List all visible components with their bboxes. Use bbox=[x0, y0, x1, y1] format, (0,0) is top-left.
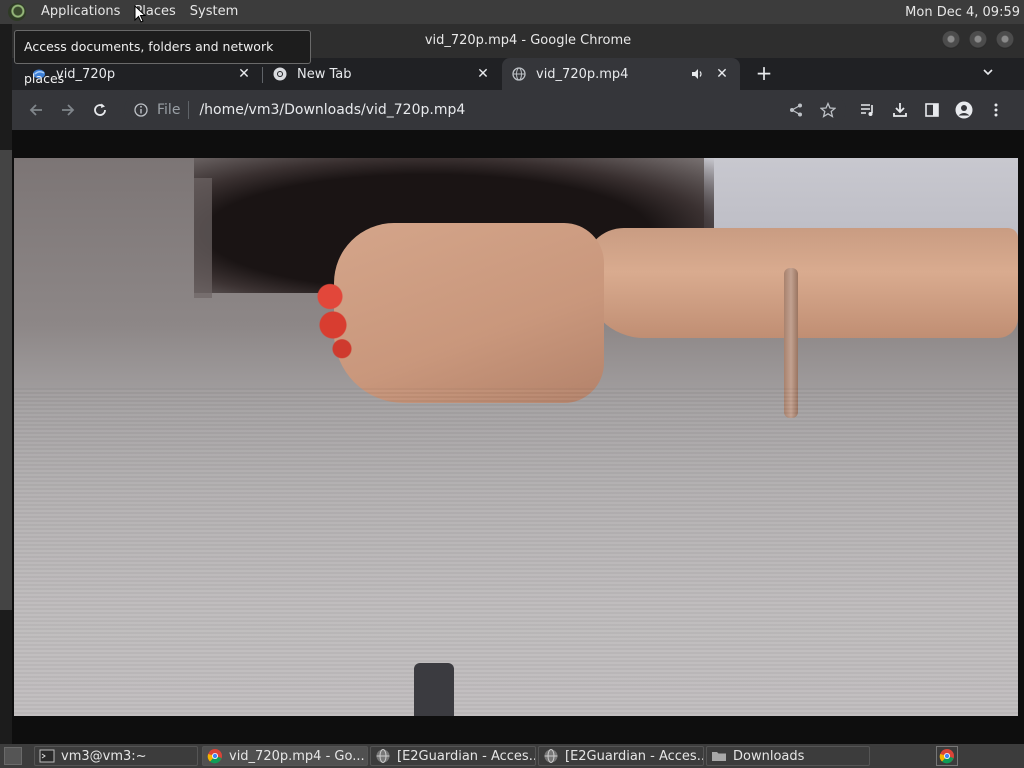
chrome-icon bbox=[207, 749, 222, 764]
minimize-window-button[interactable] bbox=[942, 31, 960, 49]
background-window-panel bbox=[0, 150, 12, 610]
taskbar-e2guardian-1[interactable]: [E2Guardian - Acces... bbox=[370, 746, 536, 766]
globe-icon bbox=[512, 67, 526, 81]
task-label: vid_720p.mp4 - Go... bbox=[229, 748, 365, 764]
panel-clock[interactable]: Mon Dec 4, 09:59 bbox=[905, 5, 1024, 20]
mouse-cursor-icon bbox=[134, 5, 146, 23]
reload-icon[interactable] bbox=[88, 98, 112, 122]
tab-close-icon[interactable]: ✕ bbox=[236, 66, 252, 82]
bottom-taskbar: vm3@vm3:~ vid_720p.mp4 - Go... [E2Guardi… bbox=[0, 744, 1024, 768]
info-icon[interactable] bbox=[134, 103, 148, 117]
top-panel: Applications Places System Mon Dec 4, 09… bbox=[0, 0, 1024, 24]
video-frame-texture bbox=[14, 388, 1018, 716]
video-player[interactable] bbox=[14, 158, 1018, 716]
folder-icon bbox=[712, 752, 726, 761]
task-label: [E2Guardian - Acces... bbox=[397, 748, 536, 764]
bookmark-star-icon[interactable] bbox=[816, 98, 840, 122]
tab-label: vid_720p.mp4 bbox=[536, 66, 629, 82]
window-title: vid_720p.mp4 - Google Chrome bbox=[424, 33, 632, 48]
tab-label: New Tab bbox=[297, 66, 352, 82]
chrome-icon bbox=[273, 67, 287, 81]
profile-avatar-icon[interactable] bbox=[952, 98, 976, 122]
new-tab-plus-icon[interactable]: + bbox=[752, 62, 776, 86]
chrome-window: vid_720p.mp4 - Google Chrome vid_720p ✕ … bbox=[12, 24, 1024, 744]
task-label: Downloads bbox=[733, 748, 805, 764]
taskbar-downloads[interactable]: Downloads bbox=[706, 746, 870, 766]
places-tooltip: Access documents, folders and network pl… bbox=[14, 30, 311, 86]
panel-menu: Applications Places System bbox=[0, 0, 245, 24]
speaker-audio-icon[interactable] bbox=[690, 67, 704, 81]
omnibox-divider bbox=[188, 101, 190, 119]
taskbar-terminal[interactable]: vm3@vm3:~ bbox=[34, 746, 198, 766]
download-icon[interactable] bbox=[888, 98, 912, 122]
show-desktop-icon[interactable] bbox=[4, 747, 22, 765]
task-label: vm3@vm3:~ bbox=[61, 748, 147, 764]
side-panel-icon[interactable] bbox=[920, 98, 944, 122]
applications-menu[interactable]: Applications bbox=[34, 0, 127, 24]
maximize-window-button[interactable] bbox=[969, 31, 987, 49]
url-scheme-label: File bbox=[157, 102, 181, 118]
forward-arrow-icon[interactable] bbox=[56, 98, 80, 122]
address-bar[interactable]: File /home/vm3/Downloads/vid_720p.mp4 bbox=[124, 94, 846, 126]
tab-search-chevron-down-icon[interactable] bbox=[978, 64, 998, 84]
back-arrow-icon[interactable] bbox=[24, 98, 48, 122]
kebab-menu-icon[interactable] bbox=[984, 98, 1008, 122]
taskbar-chrome[interactable]: vid_720p.mp4 - Go... bbox=[202, 746, 368, 766]
video-frame-pole bbox=[194, 178, 212, 298]
media-controls-icon[interactable] bbox=[856, 98, 880, 122]
task-label: [E2Guardian - Acces... bbox=[565, 748, 704, 764]
globe-icon bbox=[376, 749, 390, 763]
taskbar-e2guardian-2[interactable]: [E2Guardian - Acces... bbox=[538, 746, 704, 766]
video-frame-object bbox=[414, 663, 454, 716]
tab-vid-720p-mp4[interactable]: vid_720p.mp4 ✕ bbox=[502, 58, 740, 90]
share-icon[interactable] bbox=[784, 98, 808, 122]
gnome-foot-icon[interactable] bbox=[8, 3, 26, 21]
tray-chrome-icon[interactable] bbox=[936, 746, 958, 766]
video-frame-hand bbox=[334, 223, 604, 403]
video-frame-nails bbox=[306, 268, 366, 363]
browser-toolbar: File /home/vm3/Downloads/vid_720p.mp4 bbox=[12, 90, 1024, 130]
page-viewport bbox=[12, 130, 1024, 744]
close-window-button[interactable] bbox=[996, 31, 1014, 49]
tab-close-icon[interactable]: ✕ bbox=[714, 66, 730, 82]
tab-close-icon[interactable]: ✕ bbox=[475, 66, 491, 82]
video-frame-arm bbox=[584, 228, 1018, 338]
tab-label: vid_720p bbox=[56, 66, 116, 82]
globe-icon bbox=[544, 749, 558, 763]
terminal-icon bbox=[39, 749, 55, 763]
system-menu[interactable]: System bbox=[183, 0, 245, 24]
url-text[interactable]: /home/vm3/Downloads/vid_720p.mp4 bbox=[199, 102, 465, 118]
